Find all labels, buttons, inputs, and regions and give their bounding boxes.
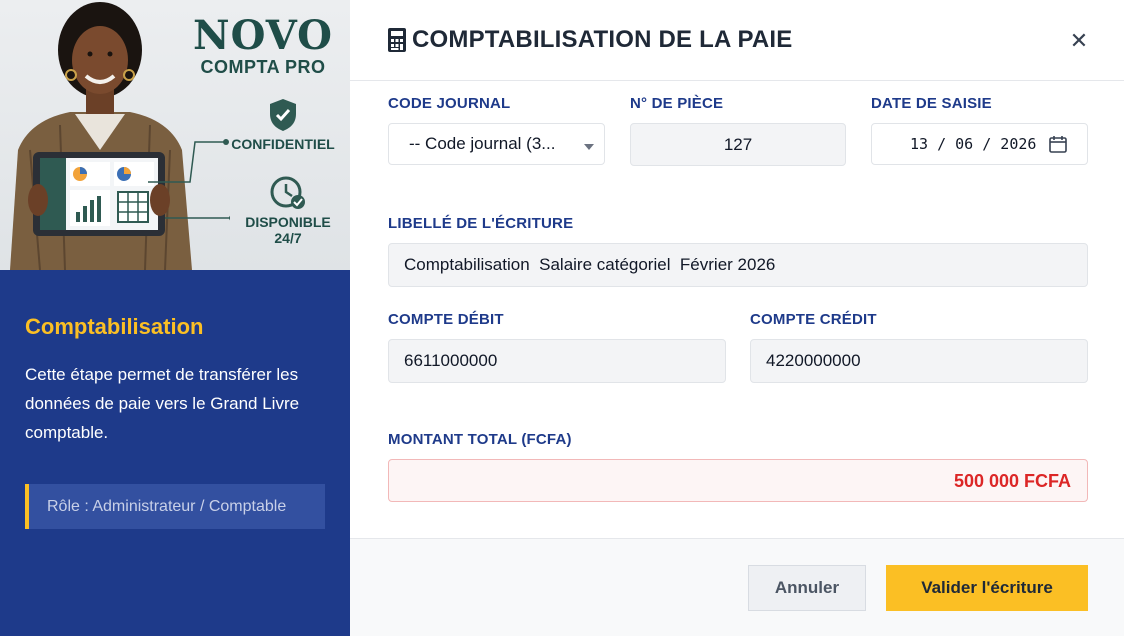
feature-disponible: DISPONIBLE 24/7 — [236, 176, 340, 246]
calculator-icon — [388, 28, 406, 52]
sidebar-description: Cette étape permet de transférer les don… — [25, 365, 300, 442]
compte-credit-value: 4220000000 — [766, 351, 861, 370]
brand-sub: COMPTA PRO — [200, 57, 326, 77]
montant-label: MONTANT TOTAL (FCFA) — [388, 431, 572, 448]
piece-field[interactable]: 127 — [630, 123, 846, 166]
validate-button[interactable]: Valider l'écriture — [886, 565, 1088, 611]
close-icon[interactable]: ✕ — [1068, 30, 1090, 52]
cancel-button[interactable]: Annuler — [748, 565, 866, 611]
feature-label-2: 24/7 — [274, 230, 302, 246]
compte-credit-field[interactable]: 4220000000 — [750, 339, 1088, 383]
modal-title: COMPTABILISATION DE LA PAIE — [412, 26, 793, 53]
code-journal-select[interactable]: -- Code journal (3... — [388, 123, 605, 165]
piece-label: N° DE PIÈCE — [630, 95, 724, 112]
shield-check-icon — [270, 99, 296, 131]
feature-confidentiel: CONFIDENTIEL — [226, 98, 340, 152]
sidebar-content: Comptabilisation Cette étape permet de t… — [25, 312, 325, 447]
date-input[interactable]: 13 / 06 / 2026 — [871, 123, 1088, 165]
clock-check-icon — [270, 176, 305, 209]
compte-credit-label: COMPTE CRÉDIT — [750, 311, 877, 328]
chevron-down-icon — [584, 144, 594, 150]
brand-name: NOVO — [193, 12, 333, 59]
sidebar-title: Comptabilisation — [25, 314, 204, 339]
feature-label: CONFIDENTIEL — [231, 136, 335, 152]
compte-debit-field[interactable]: 6611000000 — [388, 339, 726, 383]
montant-field[interactable]: 500 000 FCFA — [388, 459, 1088, 502]
compte-debit-label: COMPTE DÉBIT — [388, 311, 504, 328]
date-label: DATE DE SAISIE — [871, 95, 992, 112]
libelle-label: LIBELLÉ DE L'ÉCRITURE — [388, 215, 574, 232]
libelle-field[interactable]: Comptabilisation Salaire catégoriel Févr… — [388, 243, 1088, 287]
sidebar-panel: NOVO COMPTA PRO CONFIDENTIEL DISPONIBLE … — [0, 0, 350, 636]
feature-label: DISPONIBLE — [245, 214, 331, 230]
code-journal-value: -- Code journal (3... — [409, 134, 556, 153]
compte-debit-value: 6611000000 — [404, 351, 498, 370]
piece-value: 127 — [723, 134, 753, 154]
hero-illustration: NOVO COMPTA PRO CONFIDENTIEL DISPONIBLE … — [0, 0, 350, 270]
role-badge: Rôle : Administrateur / Comptable — [25, 484, 325, 529]
brand-logo: NOVO COMPTA PRO — [188, 12, 338, 77]
code-journal-label: CODE JOURNAL — [388, 95, 511, 112]
modal-header: COMPTABILISATION DE LA PAIE ✕ — [350, 0, 1124, 81]
calendar-icon[interactable] — [1049, 135, 1067, 153]
date-value: 13 / 06 / 2026 — [910, 135, 1037, 153]
libelle-value: Comptabilisation Salaire catégoriel Févr… — [404, 255, 776, 274]
